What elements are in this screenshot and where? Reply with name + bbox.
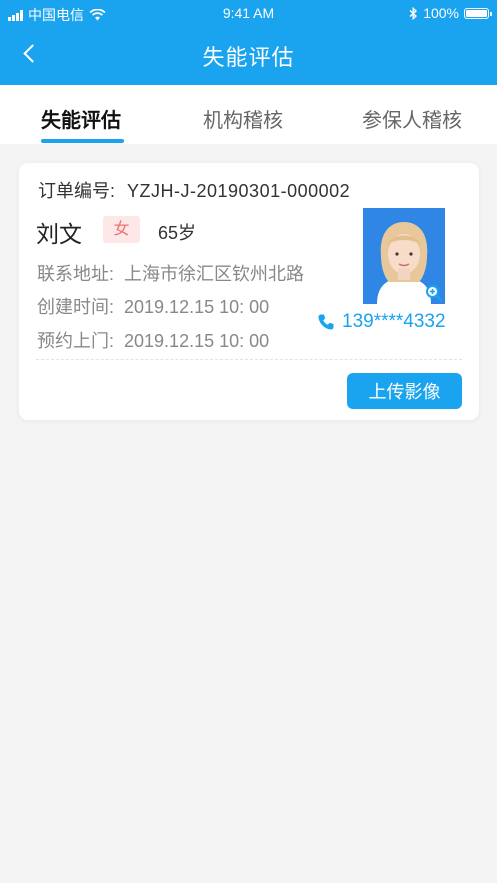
phone-icon [318,314,334,330]
tab-disability-assessment[interactable]: 失能评估 [41,104,121,133]
upload-image-button[interactable]: 上传影像 [347,373,462,409]
order-number-row: 订单编号: YZJH-J-20190301-000002 [38,177,350,203]
order-label: 订单编号: [38,181,116,201]
phone-number: 139****4332 [342,311,446,332]
created-label: 创建时间: [37,297,115,317]
battery-icon [464,7,492,19]
tab-insured-audit[interactable]: 参保人稽核 [362,104,462,133]
zoom-in-icon[interactable] [425,284,443,302]
nav-bar: 失能评估 [0,26,497,85]
address-label: 联系地址: [37,264,115,284]
phone-link[interactable]: 139****4332 [317,311,446,333]
patient-name: 刘文 [36,221,82,247]
page-title: 失能评估 [202,45,295,70]
address-row: 联系地址: 上海市徐汇区钦州北路 [37,260,304,286]
status-bar: 中国电信 9:41 AM 100% [0,0,497,26]
patient-age: 65岁 [158,223,197,243]
status-right: 100% [409,5,492,21]
tab-bar: 失能评估 机构稽核 参保人稽核 [0,85,497,144]
appointment-value: 2019.12.15 10: 00 [124,331,270,351]
bluetooth-icon [409,6,418,20]
battery-percent: 100% [423,5,459,21]
order-card[interactable]: 订单编号: YZJH-J-20190301-000002 刘文 女 65岁 联系地… [19,163,479,420]
appointment-row: 预约上门: 2019.12.15 10: 00 [37,327,269,353]
order-number: YZJH-J-20190301-000002 [127,181,351,201]
app-header: 中国电信 9:41 AM 100% 失能评估 [0,0,497,85]
active-tab-indicator [41,139,124,143]
tab-institution-audit[interactable]: 机构稽核 [203,104,283,133]
card-divider [36,359,462,360]
created-time-row: 创建时间: 2019.12.15 10: 00 [37,293,269,319]
gender-badge: 女 [103,216,140,243]
appointment-label: 预约上门: [37,331,115,351]
address-value: 上海市徐汇区钦州北路 [124,264,305,284]
created-value: 2019.12.15 10: 00 [124,297,270,317]
